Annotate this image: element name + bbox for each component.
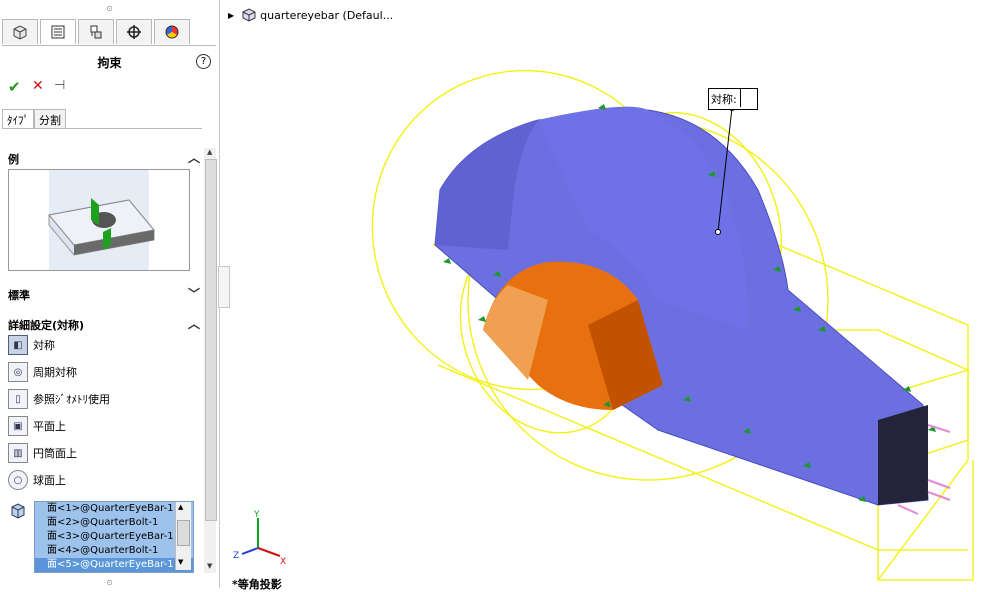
cyclic-symmetry-icon: ◎ [8, 362, 28, 382]
scroll-down-arrow-icon[interactable]: ▼ [178, 558, 183, 566]
panel-scrollbar-thumb[interactable] [205, 159, 217, 521]
property-manager-icon [51, 25, 65, 39]
section-example-label: 例 [8, 153, 19, 166]
selection-list-scrollbar[interactable]: ▲ ▼ [175, 502, 191, 570]
triad-z-label: Z [233, 551, 239, 561]
list-item[interactable]: 面<2>@QuarterBolt-1 [35, 516, 193, 530]
panel-top-grip[interactable]: ⊙ [0, 4, 219, 14]
chevron-up-icon[interactable]: ︿ [188, 149, 200, 166]
section-advanced-header[interactable]: 詳細設定(対称) ︿ [0, 314, 203, 334]
tab-dimxpert[interactable] [116, 19, 152, 44]
callout-point [715, 229, 721, 235]
face-selection-list[interactable]: 面<1>@QuarterEyeBar-1 面<2>@QuarterBolt-1 … [34, 501, 194, 573]
view-orientation-label: *等角投影 [232, 578, 282, 591]
triad-y-label: Y [253, 510, 260, 520]
callout-field[interactable] [740, 89, 755, 107]
panel-bottom-grip[interactable]: ⊙ [0, 578, 219, 588]
panel-title: 拘束 [97, 56, 122, 70]
subtab-type[interactable]: ﾀｲﾌﾟ [2, 109, 34, 129]
section-advanced-label: 詳細設定(対称) [8, 319, 85, 332]
help-icon[interactable]: ? [196, 54, 211, 69]
option-cyclic-symmetry[interactable]: ◎ 周期対称 [8, 361, 77, 383]
tab-display-manager[interactable] [154, 19, 190, 44]
ok-button[interactable]: ✔ [8, 78, 21, 96]
callout-label: 対称: [711, 93, 737, 106]
symmetry-icon: ◧ [8, 335, 28, 355]
configuration-manager-icon [90, 25, 102, 39]
example-image [8, 169, 190, 271]
option-cyclic-label: 周期対称 [33, 366, 77, 379]
option-refgeom-label: 参照ｼﾞｵﾒﾄﾘ使用 [33, 393, 110, 406]
cancel-button[interactable]: ✕ [32, 78, 44, 94]
option-spherical-label: 球面上 [33, 474, 66, 487]
subtab-divider [2, 128, 202, 129]
option-on-spherical-face[interactable]: ○ 球面上 [8, 469, 66, 491]
spherical-face-icon: ○ [8, 470, 28, 490]
scroll-up-arrow-icon[interactable]: ▲ [178, 503, 183, 511]
list-item[interactable]: 面<3>@QuarterEyeBar-1 [35, 530, 193, 544]
chevron-down-icon[interactable]: ﹀ [188, 285, 200, 302]
symmetry-example-illustration [48, 170, 155, 270]
subtabs: ﾀｲﾌﾟ 分割 [2, 109, 66, 129]
list-item[interactable]: 面<5>@QuarterEyeBar-1 [35, 558, 193, 572]
pin-button[interactable]: ⊣ [54, 78, 65, 93]
tab-feature-manager[interactable] [2, 19, 38, 44]
list-item[interactable]: 面<1>@QuarterEyeBar-1 [35, 502, 193, 516]
option-flat-label: 平面上 [33, 420, 66, 433]
triad-x-label: X [280, 557, 286, 567]
option-cylindrical-label: 円筒面上 [33, 447, 77, 460]
scroll-up-arrow-icon[interactable]: ▲ [207, 148, 212, 156]
cylindrical-face-icon: ▥ [8, 443, 28, 463]
section-standard-header[interactable]: 標準 ﹀ [0, 284, 203, 304]
property-manager-panel: ⊙ 拘束 ? ✔ ✕ ⊣ ﾀｲﾌﾟ 分割 例 ︿ 標準 ﹀ 詳細設定(対称) ︿… [0, 0, 220, 588]
scroll-down-arrow-icon[interactable]: ▼ [207, 562, 212, 570]
option-reference-geometry[interactable]: ▯ 参照ｼﾞｵﾒﾄﾘ使用 [8, 388, 110, 410]
crosshair-icon [127, 25, 141, 39]
option-on-flat-face[interactable]: ▣ 平面上 [8, 415, 66, 437]
feature-manager-icon [13, 25, 27, 40]
chevron-up-icon[interactable]: ︿ [188, 315, 200, 332]
tab-configuration-manager[interactable] [78, 19, 114, 44]
reference-geometry-icon: ▯ [8, 389, 28, 409]
color-wheel-icon [165, 25, 179, 39]
selection-list-thumb[interactable] [177, 520, 190, 546]
axis-triad: Y X Z [233, 510, 286, 567]
list-item[interactable]: 面<4>@QuarterBolt-1 [35, 544, 193, 558]
option-symmetry[interactable]: ◧ 対称 [8, 334, 55, 356]
face-selection-icon [10, 503, 26, 522]
option-symmetry-label: 対称 [33, 339, 55, 352]
subtab-split[interactable]: 分割 [34, 109, 66, 129]
manager-tabs [2, 19, 216, 46]
option-on-cylindrical-face[interactable]: ▥ 円筒面上 [8, 442, 77, 464]
section-example-header[interactable]: 例 ︿ [0, 148, 203, 168]
model-viewport[interactable] [228, 0, 998, 588]
tab-property-manager[interactable] [40, 19, 76, 44]
section-standard-label: 標準 [8, 289, 30, 302]
flat-face-icon: ▣ [8, 416, 28, 436]
